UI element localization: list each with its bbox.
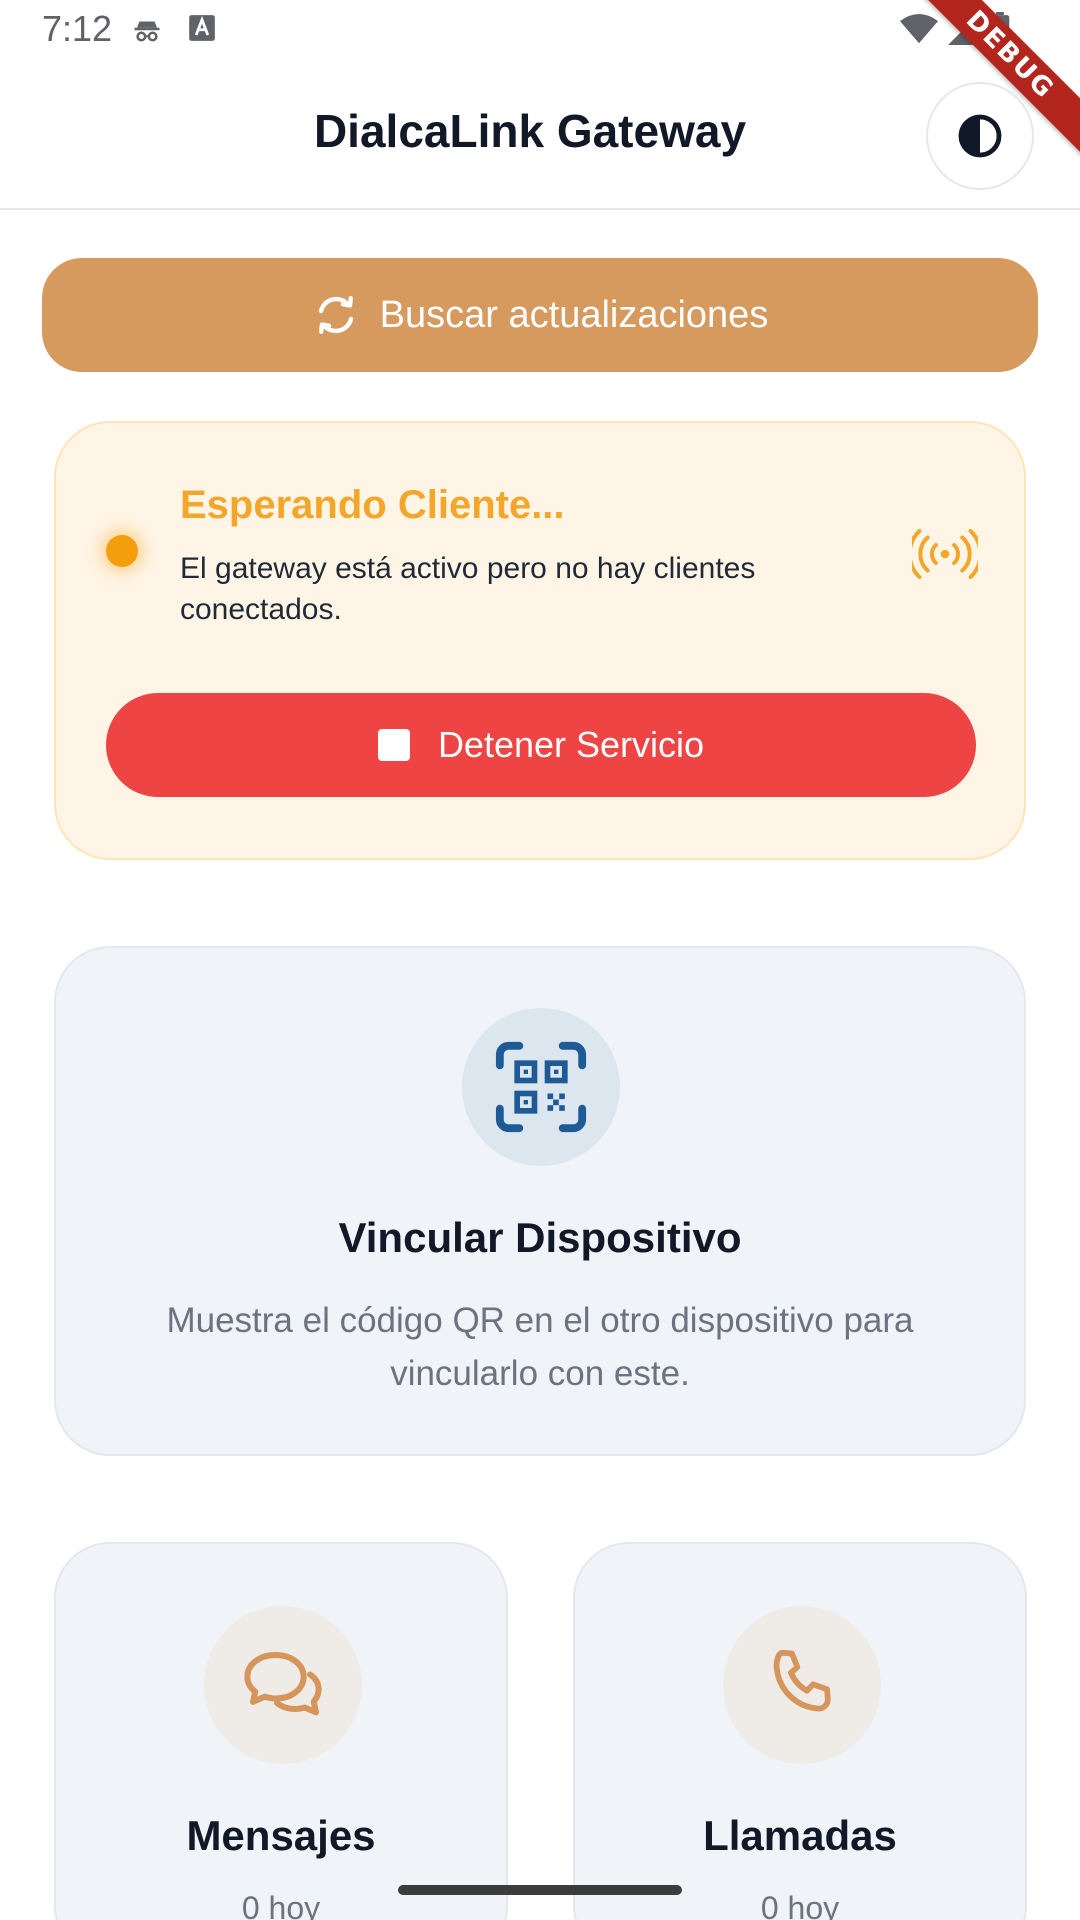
- contrast-icon: [958, 114, 1002, 158]
- app-bar: DialcaLink Gateway: [0, 62, 1080, 210]
- status-description: El gateway está activo pero no hay clien…: [180, 552, 756, 626]
- sync-icon: [318, 296, 353, 334]
- messages-title: Mensajes: [186, 1812, 376, 1859]
- calls-title: Llamadas: [703, 1812, 897, 1859]
- stop-icon: [377, 729, 410, 761]
- status-indicator-dot: [106, 535, 138, 567]
- qr-icon-circle: [462, 1008, 620, 1166]
- keyboard-a-icon: [188, 14, 216, 47]
- calls-stat-card[interactable]: Llamadas 0 hoy: [573, 1542, 1027, 1920]
- wifi-icon: [900, 12, 938, 51]
- chat-bubbles-icon: [244, 1652, 322, 1716]
- link-device-card[interactable]: Vincular Dispositivo Muestra el código Q…: [54, 946, 1026, 1456]
- gateway-status-card: Esperando Cliente... El gateway está act…: [54, 421, 1026, 860]
- incognito-icon: [132, 14, 162, 49]
- messages-icon-circle: [204, 1606, 362, 1764]
- broadcast-icon: [907, 528, 983, 584]
- status-time: 7:12: [42, 8, 113, 49]
- link-device-title: Vincular Dispositivo: [338, 1214, 742, 1261]
- link-device-description: Muestra el código QR en el otro disposit…: [166, 1301, 914, 1393]
- screen: 7:12 DEBUG DialcaLink Gateway Buscar act…: [0, 0, 1080, 1920]
- qr-scan-icon: [495, 1041, 587, 1133]
- status-bar: 7:12: [0, 0, 1080, 62]
- check-updates-button[interactable]: Buscar actualizaciones: [42, 258, 1038, 372]
- stop-service-label: Detener Servicio: [437, 724, 705, 765]
- stop-service-button[interactable]: Detener Servicio: [106, 693, 976, 797]
- status-title: Esperando Cliente...: [180, 483, 565, 527]
- messages-stat-card[interactable]: Mensajes 0 hoy: [54, 1542, 508, 1920]
- gesture-navigation-bar[interactable]: [398, 1885, 682, 1895]
- app-title: DialcaLink Gateway: [313, 105, 747, 157]
- phone-icon: [773, 1649, 831, 1712]
- calls-icon-circle: [723, 1606, 881, 1764]
- theme-toggle-button[interactable]: [926, 82, 1034, 190]
- check-updates-label: Buscar actualizaciones: [379, 293, 769, 336]
